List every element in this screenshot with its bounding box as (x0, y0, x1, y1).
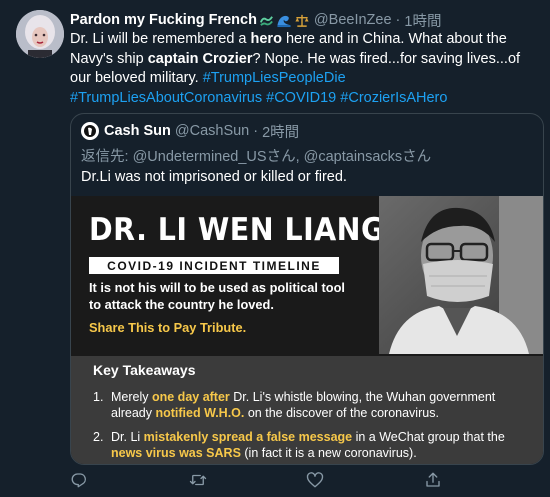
reply-icon (71, 473, 86, 488)
quoted-timestamp: 2時間 (262, 124, 300, 141)
media-banner: DR. LI WEN LIANG COVID-19 INCIDENT TIMEL… (71, 196, 543, 356)
tweet-text-bold: captain Crozier (147, 50, 253, 67)
takeaway-text: Merely one day after Dr. Li's whistle bl… (111, 390, 533, 421)
portrait-photo (379, 196, 543, 354)
wave-icon (259, 13, 274, 28)
takeaway-number: 2. (93, 430, 104, 444)
separator-dot: · (395, 12, 401, 28)
like-icon (306, 472, 324, 488)
takeaway-number: 1. (93, 390, 104, 404)
tweet[interactable]: Pardon my Fucking French @BeeInZee · 1時間… (0, 0, 550, 497)
quoted-display-name: Cash Sun (104, 123, 171, 139)
takeaway-text-part: Merely (111, 390, 152, 404)
reply-separator: , (295, 149, 304, 165)
reply-prefix: 返信先: (81, 149, 133, 165)
media-body-line: to attack the country he loved. (89, 297, 274, 312)
reply-context: 返信先: @Undetermined_USさん, @captainsacksさん (81, 145, 431, 166)
key-takeaways: Key Takeaways 1. Merely one day after Dr… (71, 356, 543, 464)
scales-icon (294, 13, 310, 28)
share-button[interactable] (424, 470, 542, 490)
takeaway-highlight: one day after (151, 390, 230, 404)
mention-link[interactable]: @Undetermined_USさん (133, 149, 296, 165)
avatar[interactable] (16, 10, 64, 58)
takeaways-title: Key Takeaways (93, 362, 196, 378)
media-headline: DR. LI WEN LIANG (89, 212, 385, 248)
user-handle[interactable]: @BeeInZee (314, 12, 392, 28)
display-name[interactable]: Pardon my Fucking French (70, 12, 257, 28)
quoted-tweet[interactable]: Cash Sun @CashSun · 2時間 返信先: @Undetermin… (70, 113, 544, 465)
separator-dot: · (253, 123, 259, 139)
takeaway-text-part: in a WeChat group that the (352, 430, 505, 444)
mention-link[interactable]: @captainsacksさん (304, 149, 432, 165)
takeaway-highlight: notified W.H.O. (155, 405, 245, 420)
hashtag-link[interactable]: #TrumpLiesAboutCoronavirus (70, 90, 262, 106)
like-button[interactable] (306, 470, 424, 490)
timestamp[interactable]: 1時間 (404, 10, 441, 31)
quoted-avatar (81, 122, 99, 140)
takeaway-text-part: on the discover of the coronavirus. (244, 405, 439, 420)
takeaway-highlight: mistakenly spread a false message (143, 430, 353, 444)
media-body-line: It is not his will to be used as politic… (89, 280, 345, 295)
hashtag-link[interactable]: #TrumpLiesPeopleDie (203, 70, 346, 86)
takeaway-text-part: Dr. Li (111, 430, 144, 444)
water-wave-icon (276, 13, 292, 28)
hashtag-link[interactable]: #COVID19 (266, 90, 336, 106)
quoted-tweet-text: Dr.Li was not imprisoned or killed or fi… (81, 169, 347, 185)
takeaway-item: 2. Dr. Li mistakenly spread a false mess… (93, 430, 533, 461)
avatar-image (16, 10, 64, 58)
retweet-button[interactable] (188, 470, 306, 490)
tweet-header: Pardon my Fucking French @BeeInZee · 1時間 (70, 10, 441, 30)
quoted-user-handle: @CashSun (174, 123, 250, 139)
tweet-text-bold: hero (250, 31, 282, 47)
takeaway-item: 1. Merely one day after Dr. Li's whistle… (93, 390, 533, 421)
share-icon (426, 472, 440, 487)
media-subtitle: COVID-19 INCIDENT TIMELINE (89, 257, 339, 274)
quoted-tweet-header: Cash Sun @CashSun · 2時間 (81, 120, 299, 142)
hashtag-link[interactable]: #CrozierIsAHero (340, 90, 447, 106)
reply-button[interactable] (70, 470, 188, 490)
retweet-icon (189, 474, 207, 486)
media-share-line: Share This to Pay Tribute. (89, 320, 247, 335)
tweet-text-part: Dr. Li will be remembered a (70, 31, 251, 47)
media-image[interactable]: DR. LI WEN LIANG COVID-19 INCIDENT TIMEL… (71, 196, 543, 464)
action-bar (70, 470, 544, 490)
takeaway-highlight: news virus was SARS (111, 445, 241, 460)
tweet-text: Dr. Li will be remembered a hero here an… (70, 30, 538, 108)
takeaway-text-part: (in fact it is a new coronavirus). (240, 445, 417, 460)
takeaway-text: Dr. Li mistakenly spread a false message… (111, 430, 533, 461)
